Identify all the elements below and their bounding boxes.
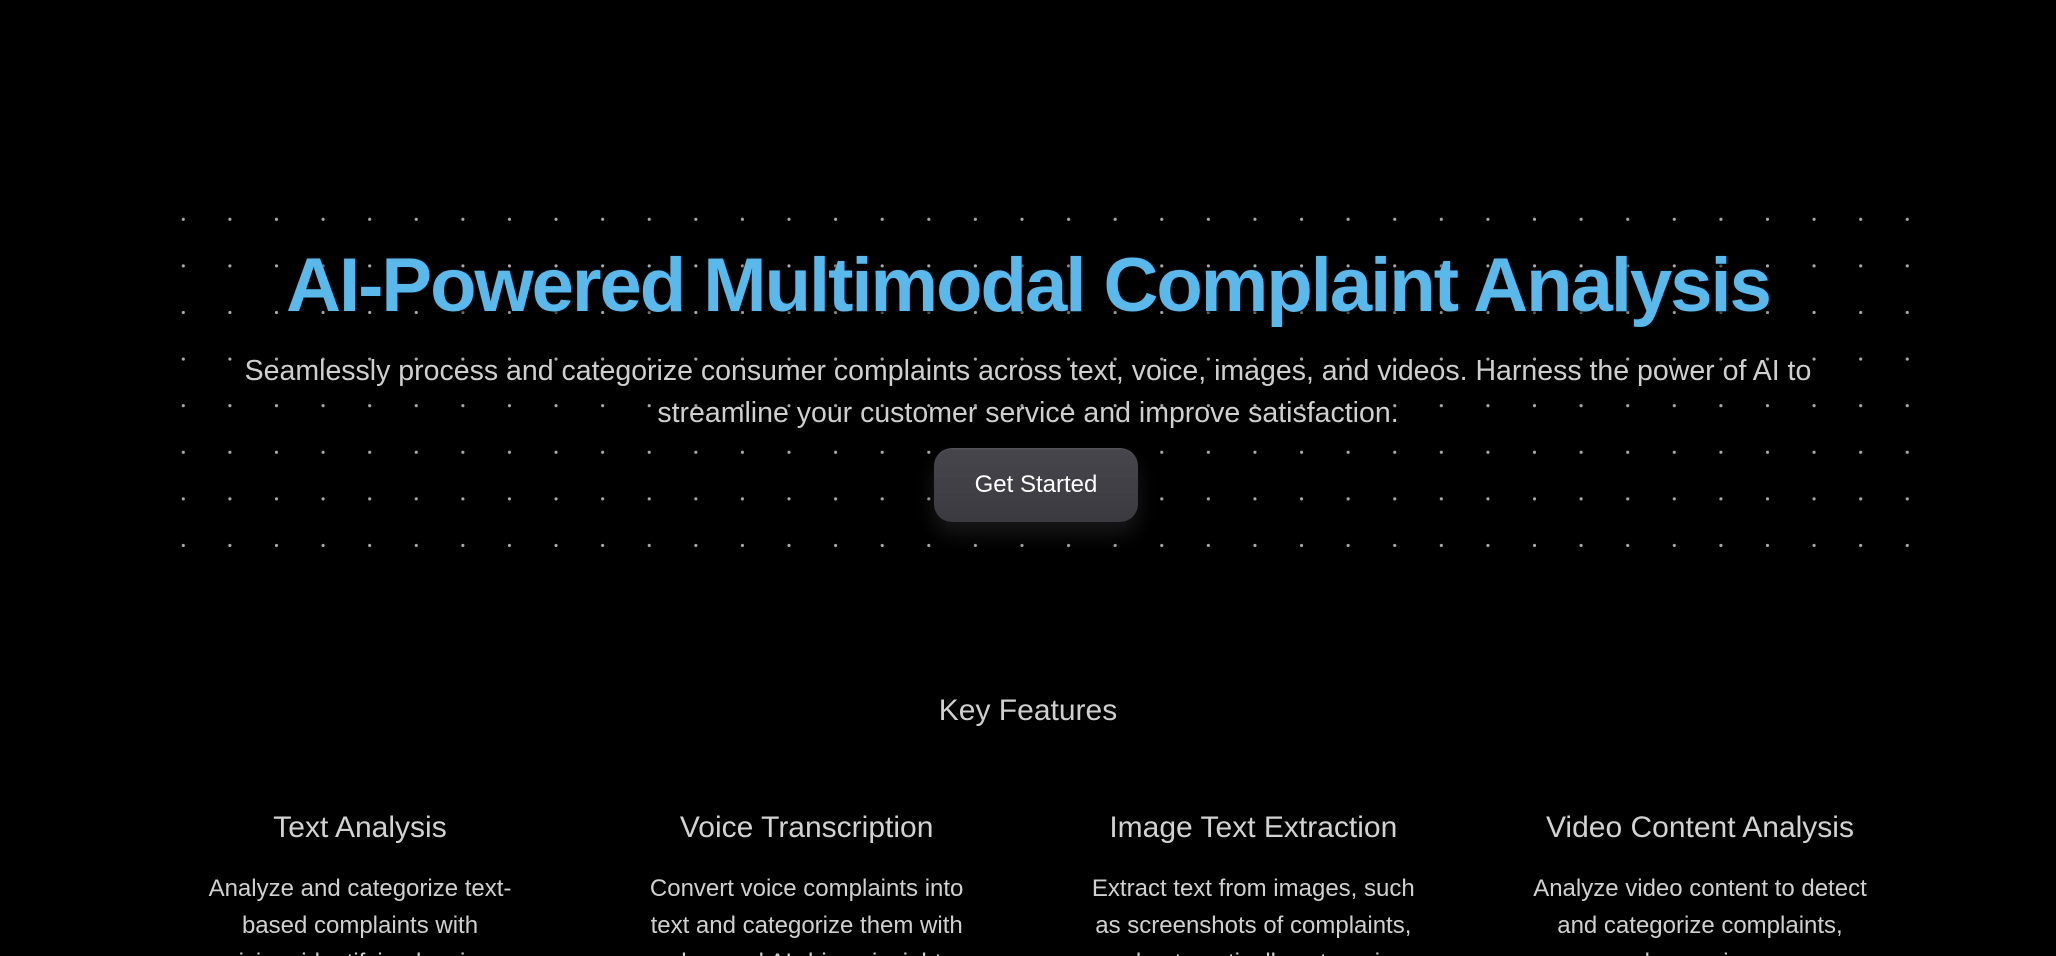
feature-description: Analyze and categorize text-based compla… [192,875,528,956]
feature-card-image-text-extraction: Image Text Extraction Extract text from … [1073,808,1433,956]
feature-description: Analyze video content to detect and cate… [1533,875,1867,956]
hero-title: AI-Powered Multimodal Complaint Analysis [286,243,1772,328]
hero-subtitle: Seamlessly process and categorize consum… [244,355,1812,429]
feature-description: Extract text from images, such as screen… [1091,875,1415,956]
hero-section: AI-Powered Multimodal Complaint Analysis… [0,0,2056,640]
feature-title: Voice Transcription [679,811,934,844]
feature-title: Video Content Analysis [1545,811,1854,844]
feature-card-text-analysis: Text Analysis Analyze and categorize tex… [180,808,540,956]
feature-card-voice-transcription: Voice Transcription Convert voice compla… [627,808,987,956]
feature-card-video-content-analysis: Video Content Analysis Analyze video con… [1520,808,1880,956]
key-features-heading: Key Features [938,694,1118,727]
get-started-button[interactable]: Get Started [934,448,1138,522]
feature-description: Convert voice complaints into text and c… [649,875,964,956]
feature-title: Text Analysis [273,811,447,844]
features-grid: Text Analysis Analyze and categorize tex… [180,808,1880,956]
feature-title: Image Text Extraction [1109,811,1398,844]
